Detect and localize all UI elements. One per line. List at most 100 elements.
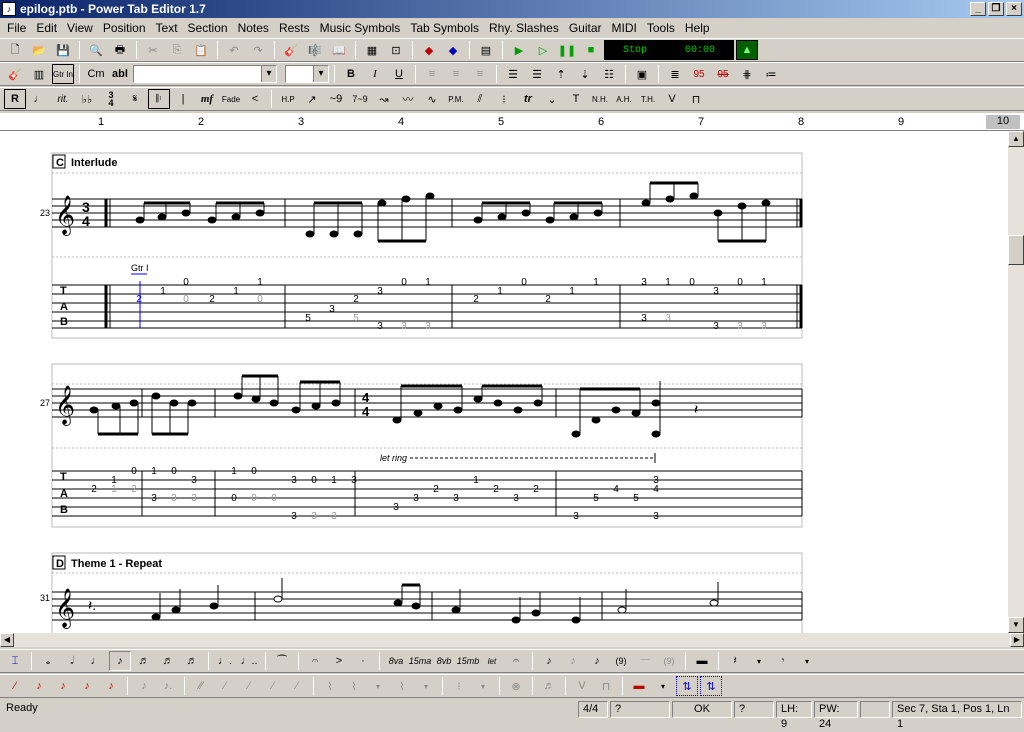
rest-dropdown-icon[interactable]: ▾ [748, 651, 770, 671]
artificial-harmonic-icon[interactable]: A.H. [613, 89, 635, 109]
minimize-button[interactable]: _ [970, 2, 986, 16]
system-icon[interactable]: ▣ [631, 64, 653, 84]
triplet-icon[interactable]: ♪ [538, 651, 560, 671]
rhythm-staff-up-icon[interactable]: ⇅ [676, 676, 698, 696]
tab-95-icon[interactable]: 95 [688, 64, 710, 84]
vertical-scrollbar[interactable]: ▲ ▼ [1008, 131, 1024, 633]
slash-harmonic-icon[interactable]: ⌇ [391, 676, 413, 696]
mixer-icon[interactable]: ▤ [475, 40, 497, 60]
coda-segno-icon[interactable]: 𝄋 [124, 89, 146, 109]
menu-midi[interactable]: MIDI [607, 21, 642, 35]
slash-quarter-icon[interactable]: ♪ [52, 676, 74, 696]
tremolo-icon[interactable]: ⫽ [469, 89, 491, 109]
fretboard-icon[interactable]: ▥ [28, 64, 50, 84]
slash-double-dotted-icon[interactable]: ♪. [157, 676, 179, 696]
dotted-icon[interactable]: ♩. [214, 651, 236, 671]
quarter-note-icon[interactable]: ♩ [85, 651, 107, 671]
slash-upstroke-icon[interactable]: V [571, 676, 593, 696]
tapped-harmonic-icon[interactable]: T.H. [637, 89, 659, 109]
sixty-fourth-note-icon[interactable]: ♬ [181, 651, 203, 671]
vibrato-icon[interactable]: 〰 [397, 89, 419, 109]
let-ring-icon[interactable]: let [481, 651, 503, 671]
italic-icon[interactable]: I [364, 64, 386, 84]
slash-half-icon[interactable]: ♪ [28, 676, 50, 696]
thirty-second-note-icon[interactable]: ♬ [157, 651, 179, 671]
redo-icon[interactable]: ↷ [247, 40, 269, 60]
multibar-rest-icon[interactable]: ▬ [691, 651, 713, 671]
palm-mute-icon[interactable]: P.M. [445, 89, 467, 109]
slash-mute-icon[interactable]: ♬ [538, 676, 560, 696]
color-dropdown-icon[interactable]: ▾ [652, 676, 674, 696]
scroll-right-arrow[interactable]: ▶ [1010, 633, 1024, 647]
slash-downstroke-icon[interactable]: ⊓ [595, 676, 617, 696]
pick-down-icon[interactable]: ⊓ [685, 89, 707, 109]
print-preview-icon[interactable]: 🔍 [85, 40, 107, 60]
align-center-icon[interactable]: ≡ [445, 64, 467, 84]
tie-icon[interactable]: ⁀ [271, 651, 293, 671]
key-signature-icon[interactable]: ♭♭ [76, 89, 98, 109]
grace-note-icon[interactable]: ♪ [562, 651, 584, 671]
save-icon[interactable]: 💾 [52, 40, 74, 60]
metronome-icon[interactable]: ▲ [736, 40, 758, 60]
undo-icon[interactable]: ↶ [223, 40, 245, 60]
menu-rests[interactable]: Rests [274, 21, 315, 35]
close-button[interactable]: × [1006, 2, 1022, 16]
paste-icon[interactable]: 📋 [190, 40, 212, 60]
menu-text[interactable]: Text [151, 21, 183, 35]
menu-tools[interactable]: Tools [642, 21, 680, 35]
insert-staff-icon[interactable]: ☰ [502, 64, 524, 84]
arpeggio-icon[interactable]: ⁝ [493, 89, 515, 109]
bend-icon[interactable]: ↝ [373, 89, 395, 109]
score-view-icon[interactable]: ▦ [361, 40, 383, 60]
slide-out-icon[interactable]: ~9 [325, 89, 347, 109]
chord-name-button[interactable]: Cm [85, 64, 107, 84]
menu-edit[interactable]: Edit [31, 21, 62, 35]
menu-notes[interactable]: Notes [233, 21, 274, 35]
play-icon[interactable]: ▶ [508, 40, 530, 60]
menu-file[interactable]: File [2, 21, 31, 35]
double-dotted-icon[interactable]: ♩.. [238, 651, 260, 671]
scroll-thumb[interactable] [1008, 235, 1024, 265]
eighth-rest-icon[interactable]: 𝄾 [772, 651, 794, 671]
font-combo[interactable] [133, 65, 277, 83]
menu-view[interactable]: View [62, 21, 98, 35]
accent-icon[interactable]: > [328, 651, 350, 671]
menu-position[interactable]: Position [98, 21, 151, 35]
copy-icon[interactable]: ⎘ [166, 40, 188, 60]
align-right-icon[interactable]: ≡ [469, 64, 491, 84]
slash-pick-icon[interactable]: ⁝ [448, 676, 470, 696]
staff-down-icon[interactable]: ⇣ [574, 64, 596, 84]
eighth-note-icon[interactable]: ♪ [109, 651, 131, 671]
slash-dropdown3-icon[interactable]: ▾ [472, 676, 494, 696]
octave-8vb-icon[interactable]: 8vb [433, 651, 455, 671]
wide-vibrato-icon[interactable]: ∿ [421, 89, 443, 109]
scroll-up-arrow[interactable]: ▲ [1008, 131, 1024, 147]
slash-sixteenth-icon[interactable]: ♪ [100, 676, 122, 696]
chord-diagram-icon[interactable]: ⋕ [736, 64, 758, 84]
barline-icon[interactable]: | [172, 89, 194, 109]
quarter-rest-icon[interactable]: 𝄽 [724, 651, 746, 671]
volume-fade-icon[interactable]: Fade [220, 89, 242, 109]
octave-8va-icon[interactable]: 8va [385, 651, 407, 671]
pick-up-icon[interactable]: V [661, 89, 683, 109]
slash-pickup-icon[interactable]: ⌇ [319, 676, 341, 696]
play-from-start-icon[interactable]: ▷ [532, 40, 554, 60]
dynamics-icon[interactable]: mf [196, 89, 218, 109]
crescendo-icon[interactable]: < [244, 89, 266, 109]
slash-eighth-icon[interactable]: ♪ [76, 676, 98, 696]
repeat-start-icon[interactable]: 𝄆 [148, 89, 170, 109]
fermata-note-icon[interactable]: 𝄐 [505, 651, 527, 671]
slash-arp-icon[interactable]: ⌇ [343, 676, 365, 696]
pause-icon[interactable]: ❚❚ [556, 40, 578, 60]
open-folder-icon[interactable]: 📂 [28, 40, 50, 60]
horizontal-scrollbar[interactable]: ◀ ▶ [0, 633, 1024, 647]
rest2-dropdown-icon[interactable]: ▾ [796, 651, 818, 671]
tap-icon[interactable]: T [565, 89, 587, 109]
slide-into-icon[interactable]: ↗ [301, 89, 323, 109]
stop-icon[interactable]: ■ [580, 40, 602, 60]
slash-symbol-icon[interactable]: ⊗ [505, 676, 527, 696]
menu-section[interactable]: Section [183, 21, 233, 35]
instrument-blue-icon[interactable]: ◆ [442, 40, 464, 60]
lines-icon[interactable]: ≣ [664, 64, 686, 84]
menu-guitar[interactable]: Guitar [564, 21, 607, 35]
